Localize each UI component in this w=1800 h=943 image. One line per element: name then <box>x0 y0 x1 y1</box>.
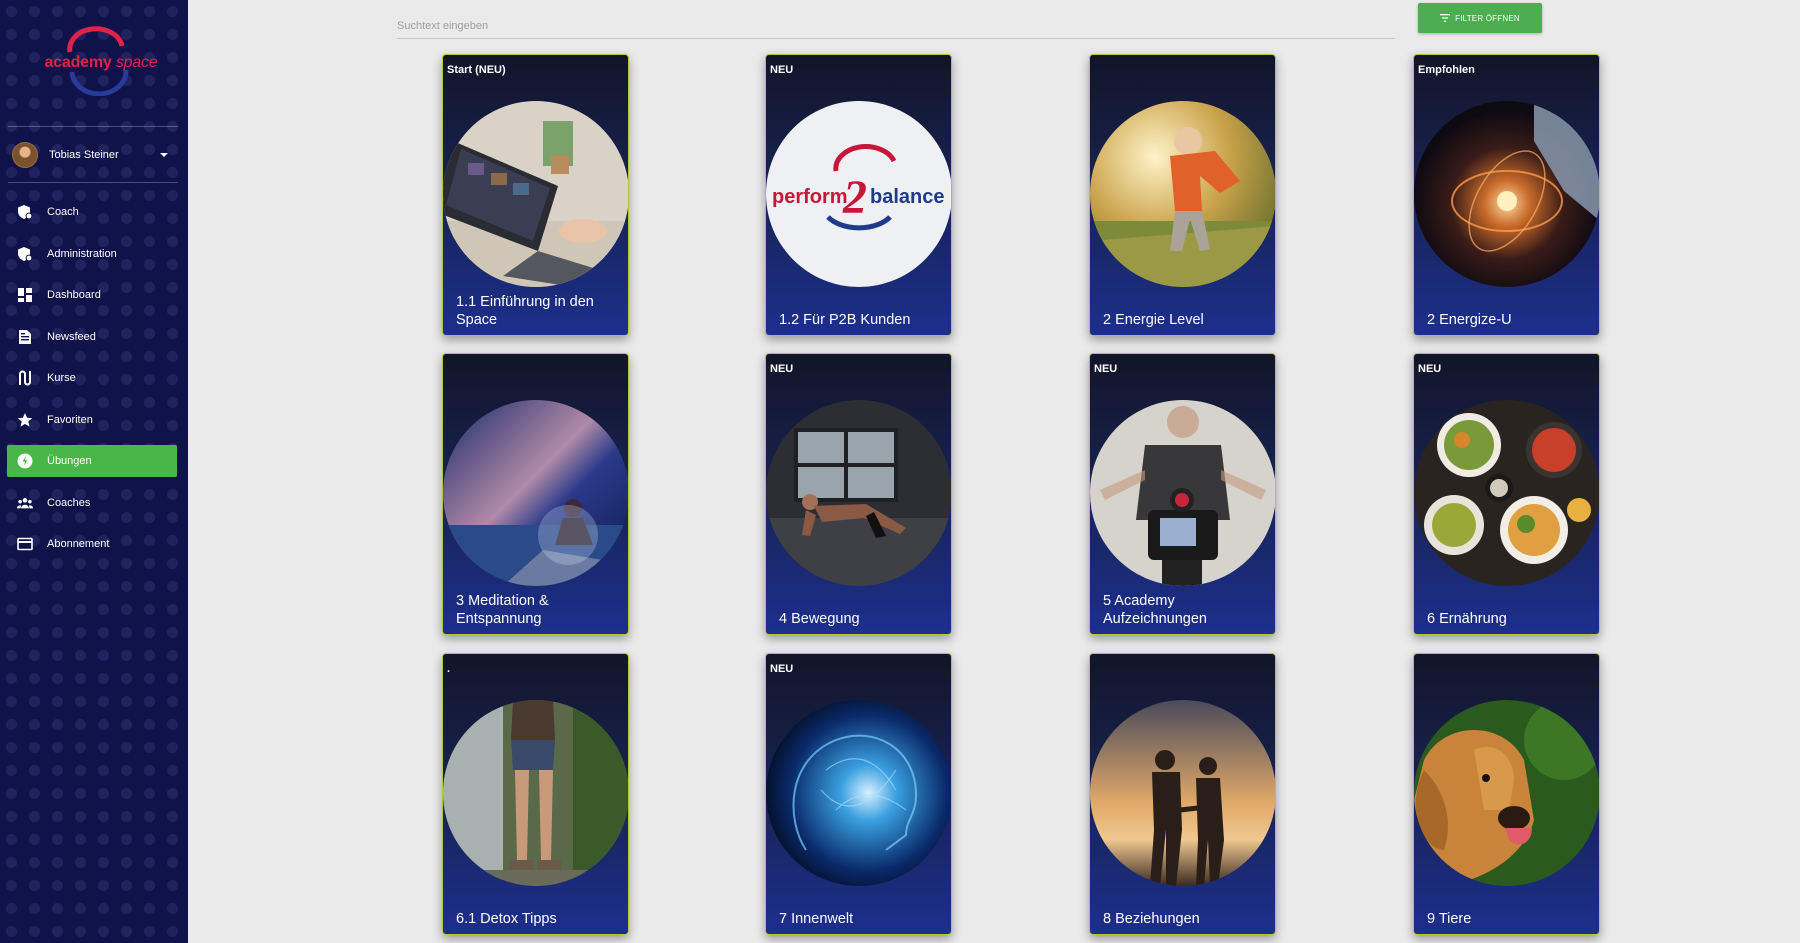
exercise-card[interactable]: NEU 4 Bewegung <box>765 353 952 635</box>
camera-recording-image <box>1090 400 1275 586</box>
route-icon <box>17 370 33 386</box>
exercise-icon <box>17 453 33 469</box>
filter-open-button[interactable]: FILTER ÖFFNEN <box>1418 3 1542 33</box>
sidebar-item-kurse[interactable]: Kurse <box>7 362 177 394</box>
exercise-card[interactable]: NEU 5 Academy Aufzeichnungen <box>1089 353 1276 635</box>
meditation-under-galaxy-image <box>443 400 628 586</box>
exercise-card[interactable]: Start (NEU) 1.1 Einführung in den Space <box>442 54 629 336</box>
laptop-on-desk-image <box>443 101 628 287</box>
woman-jumping-in-field-image <box>1090 101 1275 287</box>
sidebar-item-dashboard[interactable]: Dashboard <box>7 279 177 311</box>
credit-card-icon <box>17 536 33 552</box>
card-title: 8 Beziehungen <box>1103 911 1200 927</box>
card-badge: NEU <box>1418 363 1442 375</box>
card-badge: NEU <box>1094 363 1118 375</box>
sidebar-item-newsfeed[interactable]: Newsfeed <box>7 321 177 353</box>
exercise-card[interactable]: 9 Tiere <box>1413 653 1600 935</box>
sidebar-item-abonnement[interactable]: Abonnement <box>7 528 177 560</box>
card-badge: Empfohlen <box>1418 64 1475 76</box>
card-title: 9 Tiere <box>1427 911 1472 927</box>
sidebar-item-label: Favoriten <box>47 414 93 426</box>
energy-orb-hands-image <box>1414 101 1599 287</box>
shield-user-icon <box>17 246 33 262</box>
sidebar-item-administration[interactable]: Administration <box>7 238 177 270</box>
sidebar-item-uebungen[interactable]: Übungen <box>7 445 177 477</box>
sidebar-item-coaches[interactable]: Coaches <box>7 487 177 519</box>
card-badge: NEU <box>770 64 794 76</box>
card-title: 2 Energize-U <box>1427 312 1512 328</box>
card-badge: NEU <box>770 363 794 375</box>
sidebar-item-label: Kurse <box>47 372 76 384</box>
sidebar-item-label: Dashboard <box>47 289 101 301</box>
logo-text-perform: perform <box>772 186 848 208</box>
sidebar-item-coach[interactable]: Coach <box>7 196 177 228</box>
man-exercising-image <box>766 400 951 586</box>
sidebar-item-label: Übungen <box>47 455 92 467</box>
card-title: 2 Energie Level <box>1103 312 1204 328</box>
user-menu[interactable]: Tobias Steiner <box>12 142 172 168</box>
perform2balance-logo-image: perform 2 balance <box>766 101 951 287</box>
sidebar: academy space Tobias Steiner Coach Admin… <box>0 0 188 943</box>
logo-text: academy space <box>36 54 166 72</box>
card-badge: NEU <box>770 663 794 675</box>
card-title: 4 Bewegung <box>779 611 860 627</box>
card-title: 1.2 Für P2B Kunden <box>779 312 911 328</box>
card-title: 5 Academy Aufzeichnungen <box>1103 593 1207 627</box>
card-title: 6 Ernährung <box>1427 611 1507 627</box>
dashboard-icon <box>17 287 33 303</box>
caret-down-icon <box>160 153 168 157</box>
sidebar-item-label: Abonnement <box>47 538 110 550</box>
card-title: 6.1 Detox Tipps <box>456 911 557 927</box>
card-title: 3 Meditation & Entspannung <box>456 593 549 627</box>
logo-word-space: space <box>115 54 158 71</box>
sidebar-item-label: Coach <box>47 206 79 218</box>
exercise-card[interactable]: Empfohlen 2 Energize-U <box>1413 54 1600 336</box>
sidebar-divider <box>8 182 178 183</box>
sidebar-item-label: Newsfeed <box>47 331 96 343</box>
logo-text-balance: balance <box>870 186 944 208</box>
sidebar-item-label: Administration <box>47 248 117 260</box>
academy-space-logo[interactable]: academy space <box>30 26 160 96</box>
filter-icon <box>1440 14 1451 22</box>
shield-user-icon <box>17 204 33 220</box>
card-title: 1.1 Einführung in den Space <box>456 294 594 328</box>
article-icon <box>17 329 33 345</box>
avatar <box>12 142 38 168</box>
hiker-legs-waterfall-image <box>443 700 628 886</box>
user-name: Tobias Steiner <box>49 149 119 161</box>
exercise-card[interactable]: 8 Beziehungen <box>1089 653 1276 935</box>
sidebar-divider <box>8 126 178 127</box>
search-input[interactable] <box>397 14 1395 39</box>
filter-button-label: FILTER ÖFFNEN <box>1455 13 1520 23</box>
exercise-card[interactable]: NEU perform 2 balance 1.2 Für P2B Kunden <box>765 54 952 336</box>
neural-head-image <box>766 700 951 886</box>
golden-retriever-image <box>1414 700 1599 886</box>
card-badge: . <box>447 663 451 675</box>
card-title: 7 Innenwelt <box>779 911 854 927</box>
logo-word-academy: academy <box>44 54 112 71</box>
sidebar-item-label: Coaches <box>47 497 91 509</box>
star-icon <box>17 412 33 428</box>
healthy-food-bowls-image <box>1414 400 1599 586</box>
couple-sunset-image <box>1090 700 1275 886</box>
card-badge: Start (NEU) <box>447 64 506 76</box>
exercise-card[interactable]: 2 Energie Level <box>1089 54 1276 336</box>
exercise-card[interactable]: NEU 6 Ernährung <box>1413 353 1600 635</box>
exercise-card[interactable]: NEU 7 Innenwelt <box>765 653 952 935</box>
group-icon <box>17 495 33 511</box>
exercise-card[interactable]: . 6.1 Detox Tipps <box>442 653 629 935</box>
logo-text-2: 2 <box>842 171 867 224</box>
exercise-card[interactable]: 3 Meditation & Entspannung <box>442 353 629 635</box>
sidebar-item-favoriten[interactable]: Favoriten <box>7 404 177 436</box>
